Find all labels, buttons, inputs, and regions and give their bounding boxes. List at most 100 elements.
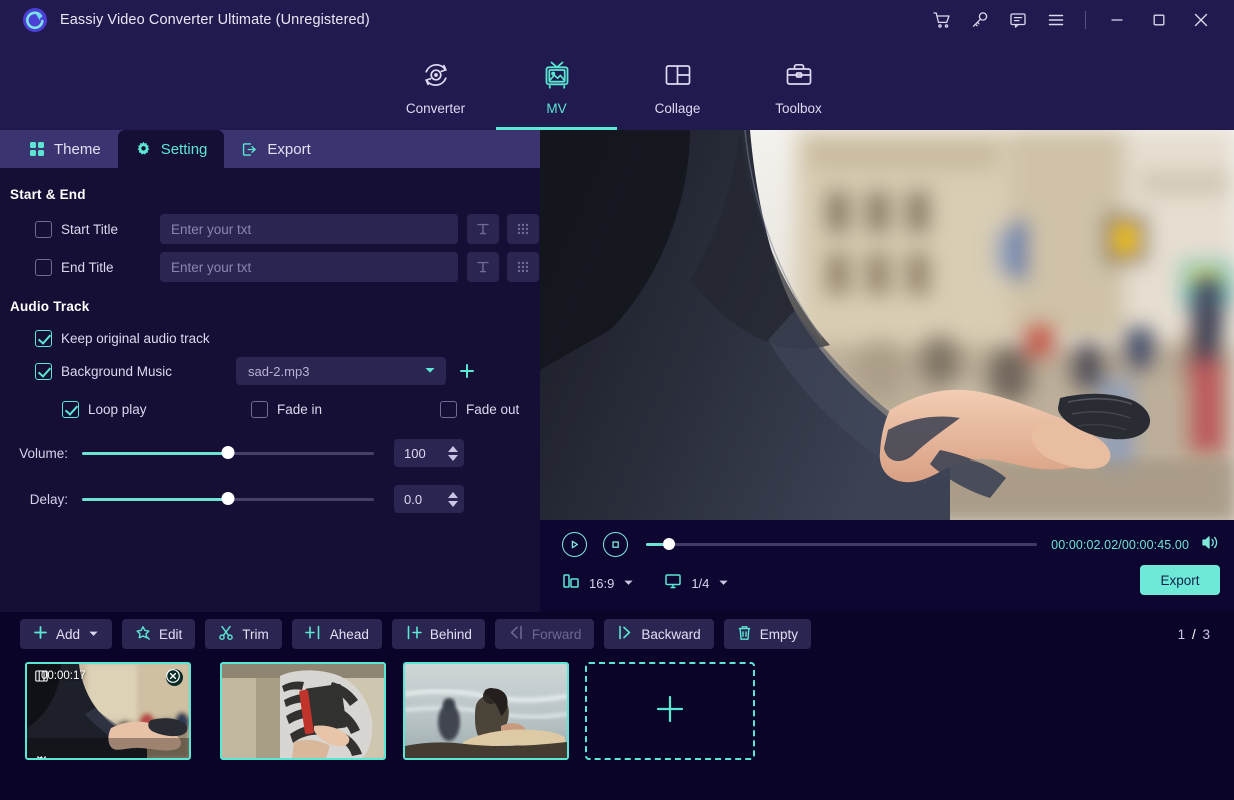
volume-value: 100 (404, 446, 426, 461)
plus-icon (653, 692, 687, 731)
clip-thumbnail-2[interactable] (220, 662, 386, 760)
app-title: Eassiy Video Converter Ultimate (Unregis… (60, 12, 370, 28)
fade-out-checkbox[interactable] (440, 401, 457, 418)
delay-value: 0.0 (404, 492, 422, 507)
spinner-up-icon[interactable] (448, 446, 458, 452)
forward-button-label: Forward (532, 627, 582, 642)
backward-button-label: Backward (641, 627, 700, 642)
nav-item-toolbox[interactable]: Toolbox (738, 40, 859, 130)
toolbox-icon (782, 56, 816, 94)
fade-in-checkbox[interactable] (251, 401, 268, 418)
play-icon[interactable] (562, 532, 587, 557)
tab-export[interactable]: Export (224, 130, 327, 168)
chevron-down-icon (424, 364, 436, 379)
menu-icon[interactable] (1037, 0, 1075, 40)
feedback-icon[interactable] (999, 0, 1037, 40)
aspect-ratio-control[interactable]: 16:9 (562, 572, 634, 595)
delay-slider[interactable] (82, 498, 374, 501)
loop-play-checkbox[interactable] (62, 401, 79, 418)
player-controls: 00:00:02.02/00:00:45.00 16:9 (540, 520, 1234, 612)
close-icon[interactable] (1180, 0, 1222, 40)
page-indicator: 1 / 3 (1178, 627, 1210, 642)
add-clip-slot[interactable] (585, 662, 755, 760)
volume-spinner[interactable] (448, 446, 458, 461)
behind-button[interactable]: Behind (392, 619, 485, 649)
screen-scale-control[interactable]: 1/4 (664, 572, 729, 595)
start-title-checkbox[interactable] (35, 221, 52, 238)
aspect-ratio-icon (562, 572, 580, 595)
start-title-text-style-button[interactable] (467, 214, 499, 244)
tab-label-setting: Setting (161, 141, 208, 158)
clip-thumbnail-1[interactable]: 00:00:17 (25, 662, 191, 760)
start-title-label: Start Title (61, 222, 153, 237)
chevron-down-icon (623, 575, 634, 593)
delay-stepper[interactable]: 0.0 (394, 485, 464, 513)
scissors-icon (218, 625, 234, 644)
end-title-effects-button[interactable] (507, 252, 539, 282)
cart-icon[interactable] (923, 0, 961, 40)
export-icon (241, 141, 258, 158)
edit-button[interactable]: Edit (122, 619, 195, 649)
remove-clip-icon[interactable] (166, 669, 183, 686)
empty-button[interactable]: Empty (724, 619, 811, 649)
end-title-row: End Title (0, 249, 540, 285)
video-preview[interactable] (540, 130, 1234, 520)
window-controls (923, 0, 1234, 40)
add-button[interactable]: Add (20, 619, 112, 649)
aspect-ratio-value: 16:9 (589, 576, 614, 591)
stop-icon[interactable] (603, 532, 628, 557)
clip-duration-badge: 00:00:17 (35, 670, 86, 682)
music-file-select[interactable]: sad-2.mp3 (236, 357, 446, 385)
end-title-text-style-button[interactable] (467, 252, 499, 282)
eassiy-logo-icon (22, 7, 48, 33)
nav-item-mv[interactable]: MV (496, 40, 617, 130)
section-title-audio-track: Audio Track (10, 299, 540, 314)
end-title-label: End Title (61, 260, 153, 275)
export-button[interactable]: Export (1140, 565, 1220, 595)
nav-item-converter[interactable]: Converter (375, 40, 496, 130)
screen-scale-value: 1/4 (691, 576, 709, 591)
page-separator: / (1192, 627, 1196, 642)
keep-original-audio-checkbox[interactable] (35, 330, 52, 347)
nav-label-converter: Converter (406, 101, 465, 116)
music-file-value: sad-2.mp3 (248, 364, 309, 379)
fade-options-row: Loop play Fade in Fade out (0, 389, 540, 429)
seek-bar[interactable] (646, 543, 1037, 546)
trim-button[interactable]: Trim (205, 619, 282, 649)
key-icon[interactable] (961, 0, 999, 40)
clip-thumbnail-3[interactable] (403, 662, 569, 760)
volume-row: Volume: 100 (0, 431, 540, 475)
minimize-icon[interactable] (1096, 0, 1138, 40)
end-title-checkbox[interactable] (35, 259, 52, 276)
delay-row: Delay: 0.0 (0, 477, 540, 521)
volume-stepper[interactable]: 100 (394, 439, 464, 467)
chevron-down-icon (718, 575, 729, 593)
volume-slider[interactable] (82, 452, 374, 455)
forward-button[interactable]: Forward (495, 619, 595, 649)
speaker-icon[interactable] (1201, 534, 1220, 556)
backward-button[interactable]: Backward (604, 619, 713, 649)
ahead-button[interactable]: Ahead (292, 619, 382, 649)
spinner-down-icon[interactable] (448, 455, 458, 461)
start-title-input[interactable] (160, 214, 458, 244)
add-music-button[interactable] (453, 357, 481, 385)
magic-wand-icon (135, 625, 151, 644)
maximize-icon[interactable] (1138, 0, 1180, 40)
insert-behind-icon (405, 625, 422, 643)
start-title-effects-button[interactable] (507, 214, 539, 244)
mv-icon (540, 56, 574, 94)
spinner-up-icon[interactable] (448, 492, 458, 498)
tab-setting[interactable]: Setting (118, 130, 225, 168)
background-music-label: Background Music (61, 364, 236, 379)
spinner-down-icon[interactable] (448, 501, 458, 507)
trash-icon (737, 625, 752, 644)
nav-item-collage[interactable]: Collage (617, 40, 738, 130)
tab-theme[interactable]: Theme (12, 130, 118, 168)
delay-label: Delay: (0, 492, 68, 507)
background-music-checkbox[interactable] (35, 363, 52, 380)
start-title-row: Start Title (0, 211, 540, 247)
tab-label-theme: Theme (54, 141, 101, 158)
clip-toolbar: Add Edit Trim (0, 612, 1234, 656)
delay-spinner[interactable] (448, 492, 458, 507)
end-title-input[interactable] (160, 252, 458, 282)
